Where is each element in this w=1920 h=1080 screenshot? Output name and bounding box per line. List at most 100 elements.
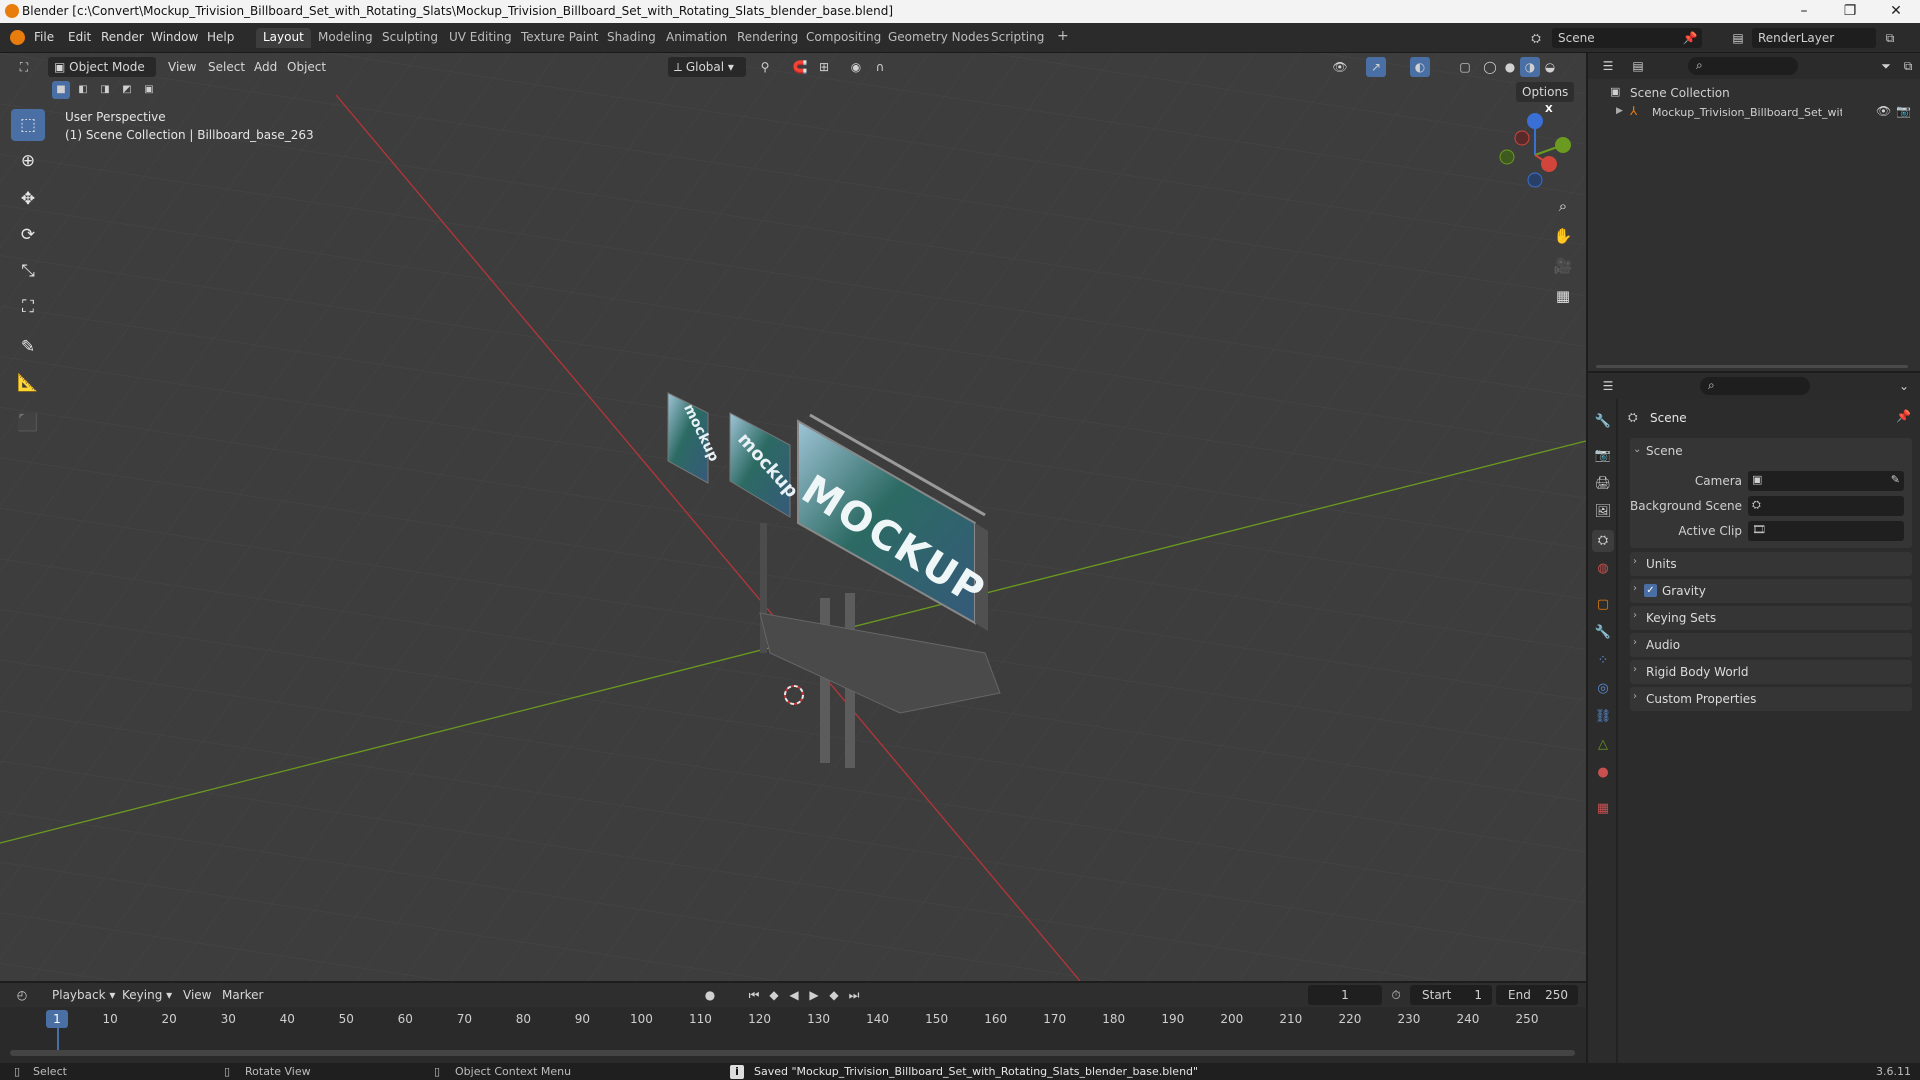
ortho-grid-icon[interactable]: ▦ [1550,283,1576,309]
menu-keying[interactable]: Keying ▾ [122,985,172,1005]
display-mode-icon[interactable]: ▤ [1628,56,1648,76]
current-frame-field[interactable]: 1 [1308,985,1382,1005]
select-extend-icon[interactable]: ◧ [74,81,92,99]
scene-collection-label[interactable]: Scene Collection [1630,86,1730,100]
tab-shading[interactable]: Shading [600,28,663,48]
menu-file[interactable]: File [34,30,54,44]
play-reverse-icon[interactable]: ◀ [784,985,804,1005]
eye-icon[interactable]: 👁 [1876,104,1891,118]
annotate-tool[interactable]: ✎ [11,331,45,363]
zoom-icon[interactable]: ⌕ [1550,193,1576,219]
close-button[interactable]: ✕ [1873,0,1919,23]
transform-tool[interactable]: ⛶ [11,291,45,323]
rendered-shading-icon[interactable]: ◒ [1540,57,1560,77]
custom-properties-panel[interactable]: › Custom Properties [1630,687,1912,711]
record-icon[interactable]: ● [700,985,720,1005]
tab-scripting[interactable]: Scripting [984,28,1051,48]
camera-field[interactable]: ▣ ✎ [1748,471,1904,491]
keying-sets-panel[interactable]: › Keying Sets [1630,606,1912,630]
menu-object[interactable]: Object [287,57,326,77]
menu-playback[interactable]: Playback ▾ [52,985,115,1005]
xray-icon[interactable]: ▢ [1455,57,1475,77]
outliner-search-input[interactable]: ⌕ [1688,57,1798,75]
menu-marker[interactable]: Marker [222,985,263,1005]
snap-target-icon[interactable]: ⊞ [814,57,834,77]
material-tab-icon[interactable]: ● [1592,762,1614,784]
render-tab-icon[interactable]: 📷 [1592,445,1614,467]
units-panel[interactable]: › Units [1630,552,1912,576]
overlay-toggle-icon[interactable]: ◐ [1410,57,1430,77]
scene-icon[interactable]: ⛭ [1526,28,1546,48]
tab-texture-paint[interactable]: Texture Paint [514,28,605,48]
modifier-tab-icon[interactable]: 🔧 [1592,622,1614,644]
filter-icon[interactable]: ⏷ [1876,56,1896,76]
start-frame-field[interactable]: Start 1 [1410,985,1492,1005]
menu-view[interactable]: View [168,57,196,77]
next-keyframe-icon[interactable]: ◆ [824,985,844,1005]
view-layer-selector[interactable]: RenderLayer [1752,28,1876,48]
new-collection-icon[interactable]: ⧉ [1898,56,1918,76]
timer-icon[interactable]: ⏱ [1386,985,1406,1005]
pivot-icon[interactable]: ⚲ [755,57,775,77]
outliner-scrollbar[interactable] [1596,365,1908,368]
physics-tab-icon[interactable]: ◎ [1592,678,1614,700]
tab-rendering[interactable]: Rendering [730,28,805,48]
active-clip-field[interactable]: 🎞 [1748,521,1904,541]
orientation-selector[interactable]: ⟂ Global ▾ [668,57,746,77]
view-layer-tab-icon[interactable]: 🖼 [1592,501,1614,523]
outliner-item[interactable]: Mockup_Trivision_Billboard_Set_with_Ro [1652,106,1842,119]
eyedropper-icon[interactable]: ✎ [1891,473,1900,486]
blender-menu-icon[interactable] [10,30,25,45]
menu-window[interactable]: Window [151,30,198,44]
editor-type-icon[interactable]: ⛶ [14,57,34,77]
world-tab-icon[interactable]: ◍ [1592,558,1614,580]
select-subtract-icon[interactable]: ◨ [96,81,114,99]
texture-tab-icon[interactable]: ▦ [1592,798,1614,820]
render-camera-icon[interactable]: 📷 [1896,104,1911,118]
chevron-down-icon[interactable]: ⌄ [1894,376,1914,396]
status-message[interactable]: Saved "Mockup_Trivision_Billboard_Set_wi… [754,1065,1198,1078]
tab-uv-editing[interactable]: UV Editing [442,28,519,48]
pin-icon[interactable]: 📌 [1680,28,1700,48]
audio-panel[interactable]: › Audio [1630,633,1912,657]
gravity-checkbox[interactable]: ✓ [1644,584,1657,597]
menu-timeline-view[interactable]: View [183,985,211,1005]
menu-render[interactable]: Render [101,30,144,44]
end-frame-field[interactable]: End 250 [1496,985,1578,1005]
gizmo-toggle-icon[interactable]: ↗ [1366,57,1386,77]
menu-edit[interactable]: Edit [68,30,91,44]
jump-start-icon[interactable]: ⏮ [744,985,764,1005]
play-icon[interactable]: ▶ [804,985,824,1005]
add-cube-tool[interactable]: ⬛ [11,407,45,439]
tab-modeling[interactable]: Modeling [311,28,380,48]
solid-shading-icon[interactable]: ● [1500,57,1520,77]
tool-tab-icon[interactable]: 🔧 [1592,411,1614,433]
background-scene-field[interactable]: ⛭ [1748,496,1904,516]
scene-section-header[interactable]: ⌄ Scene [1630,438,1912,464]
tab-animation[interactable]: Animation [659,28,734,48]
minimize-button[interactable]: – [1781,0,1827,23]
object-tab-icon[interactable]: ▢ [1592,594,1614,616]
menu-help[interactable]: Help [207,30,234,44]
prev-keyframe-icon[interactable]: ◆ [764,985,784,1005]
select-intersect-icon[interactable]: ▣ [140,81,158,99]
camera-view-icon[interactable]: 🎥 [1550,253,1576,279]
pin-icon[interactable]: 📌 [1896,409,1911,423]
material-shading-icon[interactable]: ◑ [1520,57,1540,77]
properties-search-input[interactable]: ⌕ [1700,377,1810,395]
tab-layout[interactable]: Layout [256,28,311,48]
select-invert-icon[interactable]: ◩ [118,81,136,99]
output-tab-icon[interactable]: 🖨 [1592,473,1614,495]
tab-geometry-nodes[interactable]: Geometry Nodes [881,28,996,48]
3d-viewport[interactable]: mockup mockup MOCKUP Z Y X User Perspect… [0,53,1586,981]
menu-add[interactable]: Add [254,57,277,77]
new-view-layer-icon[interactable]: ⧉ [1880,28,1900,48]
constraints-tab-icon[interactable]: ⛓ [1592,706,1614,728]
properties-editor-icon[interactable]: ☰ [1598,376,1618,396]
outliner-editor-icon[interactable]: ☰ [1598,56,1618,76]
select-box-tool[interactable]: ⬚ [11,109,45,141]
menu-select[interactable]: Select [208,57,245,77]
tab-sculpting[interactable]: Sculpting [375,28,445,48]
pan-hand-icon[interactable]: ✋ [1550,223,1576,249]
visibility-icon[interactable]: 👁 [1330,57,1350,77]
